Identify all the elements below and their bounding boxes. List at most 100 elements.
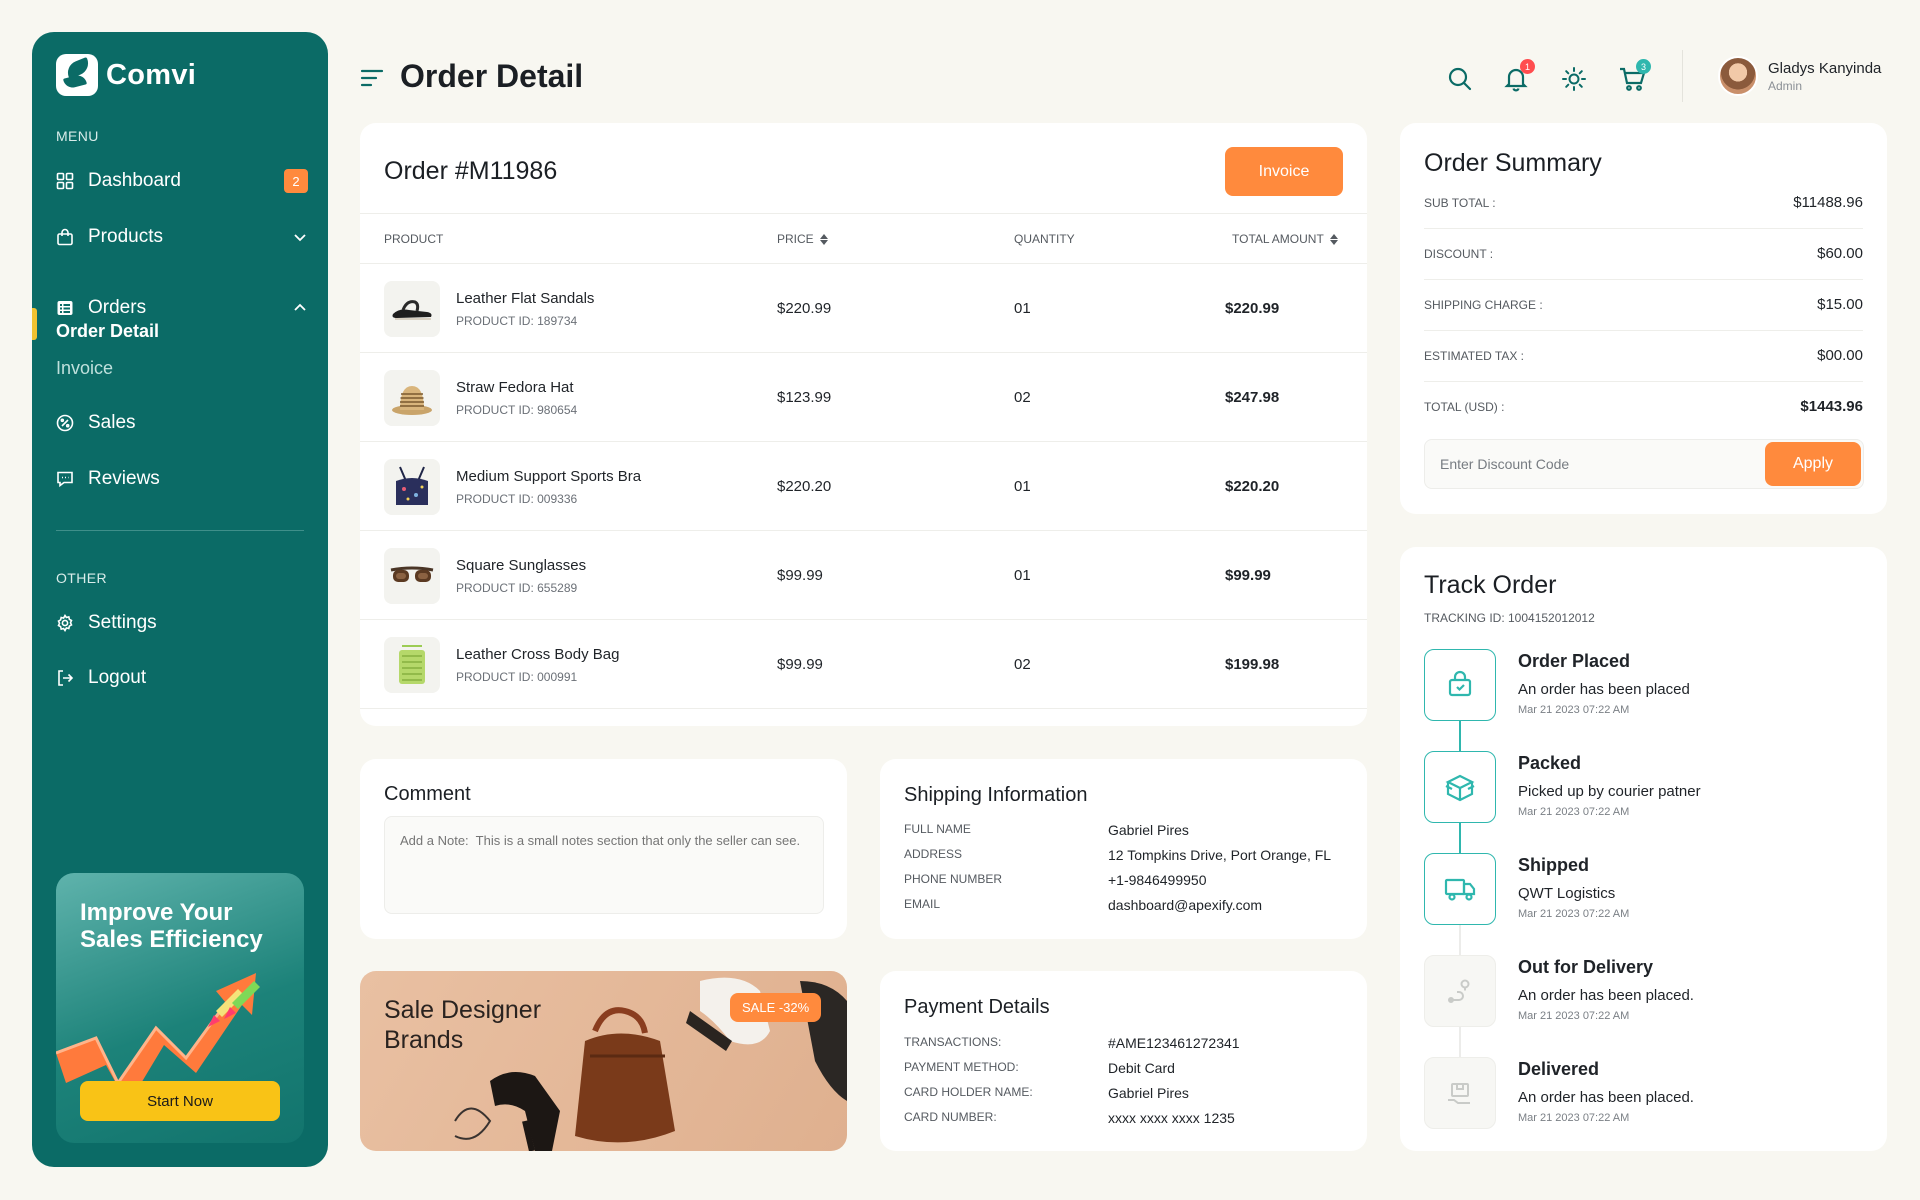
theme-sun-icon[interactable] bbox=[1559, 64, 1589, 94]
sidebar-item-logout[interactable]: Logout bbox=[56, 663, 308, 693]
shipped-truck-icon bbox=[1424, 853, 1496, 925]
start-now-button[interactable]: Start Now bbox=[80, 1081, 280, 1121]
sports-bra-image bbox=[384, 459, 440, 515]
timeline-connector bbox=[1459, 721, 1461, 751]
shipping-row: PHONE NUMBER +1-9846499950 bbox=[904, 872, 1343, 892]
product-name[interactable]: Leather Cross Body Bag bbox=[456, 646, 619, 663]
info-label: CARD HOLDER NAME: bbox=[904, 1085, 1033, 1099]
order-title: Order #M11986 bbox=[384, 157, 558, 185]
product-id: PRODUCT ID: 009336 bbox=[456, 492, 578, 506]
total-cell: $220.99 bbox=[1225, 300, 1280, 317]
order-placed-icon bbox=[1424, 649, 1496, 721]
chat-icon bbox=[56, 470, 74, 488]
step-desc: An order has been placed bbox=[1518, 681, 1690, 698]
step-time: Mar 21 2023 07:22 AM bbox=[1518, 704, 1630, 716]
table-header: PRODUCT PRICE QUANTITY TOTAL AMOUNT bbox=[360, 213, 1367, 264]
step-time: Mar 21 2023 07:22 AM bbox=[1518, 908, 1630, 920]
step-title: Delivered bbox=[1518, 1059, 1600, 1079]
hat-image bbox=[384, 370, 440, 426]
banner-title: Sale Designer Brands bbox=[384, 995, 584, 1055]
summary-row-subtotal: SUB TOTAL : $11488.96 bbox=[1424, 178, 1863, 229]
product-name[interactable]: Leather Flat Sandals bbox=[456, 290, 594, 307]
price-cell: $99.99 bbox=[777, 567, 823, 584]
column-header-label: PRICE bbox=[777, 232, 814, 246]
table-row[interactable]: Leather Cross Body Bag PRODUCT ID: 00099… bbox=[360, 620, 1367, 709]
sale-banner[interactable]: Sale Designer Brands SALE -32% bbox=[360, 971, 847, 1151]
user-profile[interactable]: Gladys Kanyinda Admin bbox=[1718, 56, 1881, 96]
quantity-cell: 01 bbox=[1014, 300, 1031, 317]
header-divider bbox=[1682, 50, 1683, 102]
sidebar-subitem-invoice[interactable]: Invoice bbox=[56, 358, 113, 379]
promo-card: Improve Your Sales Efficiency Start Now bbox=[56, 873, 304, 1143]
orders-icon bbox=[56, 299, 74, 317]
avatar bbox=[1718, 56, 1758, 96]
timeline-connector bbox=[1459, 823, 1461, 853]
sidebar-item-label: Sales bbox=[88, 412, 136, 433]
menu-toggle-icon[interactable] bbox=[360, 68, 384, 88]
step-desc: Picked up by courier patner bbox=[1518, 783, 1701, 800]
banner-title-line: Brands bbox=[384, 1026, 464, 1054]
summary-row-total: TOTAL (USD) : $1443.96 bbox=[1424, 382, 1863, 433]
table-row[interactable]: Medium Support Sports Bra PRODUCT ID: 00… bbox=[360, 442, 1367, 531]
apply-button[interactable]: Apply bbox=[1765, 442, 1861, 486]
sidebar-item-label: Dashboard bbox=[88, 170, 181, 191]
column-header-price[interactable]: PRICE bbox=[777, 232, 828, 246]
price-cell: $220.99 bbox=[777, 300, 832, 317]
info-label: ADDRESS bbox=[904, 847, 963, 861]
quantity-cell: 01 bbox=[1014, 478, 1031, 495]
step-time: Mar 21 2023 07:22 AM bbox=[1518, 1112, 1630, 1124]
sunglasses-image bbox=[384, 548, 440, 604]
page-title: Order Detail bbox=[400, 58, 584, 94]
column-header-total[interactable]: TOTAL AMOUNT bbox=[1232, 232, 1338, 246]
column-header-label: TOTAL AMOUNT bbox=[1232, 232, 1324, 246]
timeline-connector bbox=[1459, 925, 1461, 955]
delivered-icon bbox=[1424, 1057, 1496, 1129]
sidebar-item-products[interactable]: Products bbox=[56, 222, 308, 252]
product-name[interactable]: Square Sunglasses bbox=[456, 557, 586, 574]
sidebar-item-sales[interactable]: Sales bbox=[56, 408, 308, 438]
comment-note-input[interactable] bbox=[384, 816, 824, 914]
grid-icon bbox=[56, 172, 74, 190]
delivery-route-icon bbox=[1424, 955, 1496, 1027]
total-cell: $220.20 bbox=[1225, 478, 1280, 495]
sidebar-item-reviews[interactable]: Reviews bbox=[56, 464, 308, 494]
info-value[interactable]: dashboard@apexify.com bbox=[1108, 897, 1262, 913]
payment-row: CARD HOLDER NAME: Gabriel Pires bbox=[904, 1085, 1343, 1105]
info-value: #AME123461272341 bbox=[1108, 1035, 1240, 1051]
info-label: PAYMENT METHOD: bbox=[904, 1060, 1019, 1074]
discount-code-input[interactable] bbox=[1425, 440, 1755, 488]
sidebar: Comvi MENU Dashboard 2 Products Orders O… bbox=[32, 32, 328, 1167]
product-id: PRODUCT ID: 000991 bbox=[456, 670, 578, 684]
sidebar-item-settings[interactable]: Settings bbox=[56, 608, 308, 638]
sidebar-item-dashboard[interactable]: Dashboard 2 bbox=[56, 166, 308, 196]
payment-row: CARD NUMBER: xxxx xxxx xxxx 1235 bbox=[904, 1110, 1343, 1130]
cart-icon[interactable]: 3 bbox=[1617, 59, 1651, 94]
table-row[interactable]: Leather Flat Sandals PRODUCT ID: 189734 … bbox=[360, 264, 1367, 353]
other-section-label: OTHER bbox=[56, 570, 107, 586]
product-name[interactable]: Medium Support Sports Bra bbox=[456, 468, 641, 485]
sidebar-subitem-order-detail[interactable]: Order Detail bbox=[56, 321, 159, 342]
notification-bell-icon[interactable]: 1 bbox=[1501, 59, 1535, 94]
price-cell: $123.99 bbox=[777, 389, 832, 406]
column-header-label: QUANTITY bbox=[1014, 232, 1075, 246]
product-id: PRODUCT ID: 655289 bbox=[456, 581, 578, 595]
sidebar-item-orders[interactable]: Orders bbox=[56, 293, 308, 323]
invoice-button[interactable]: Invoice bbox=[1225, 147, 1343, 196]
tracking-id: TRACKING ID: 1004152012012 bbox=[1424, 611, 1595, 625]
summary-label: ESTIMATED TAX : bbox=[1424, 349, 1525, 363]
summary-row-tax: ESTIMATED TAX : $00.00 bbox=[1424, 331, 1863, 382]
summary-title: Order Summary bbox=[1424, 149, 1602, 177]
bag-icon bbox=[56, 228, 74, 246]
search-icon[interactable] bbox=[1445, 64, 1475, 94]
promo-title: Improve Your Sales Efficiency bbox=[80, 899, 263, 953]
brand[interactable]: Comvi bbox=[56, 54, 196, 96]
active-indicator bbox=[32, 308, 37, 340]
summary-value: $00.00 bbox=[1817, 347, 1863, 364]
track-order-card: Track Order TRACKING ID: 1004152012012 O… bbox=[1400, 547, 1887, 1151]
product-name[interactable]: Straw Fedora Hat bbox=[456, 379, 574, 396]
info-value: +1-9846499950 bbox=[1108, 872, 1207, 888]
table-row[interactable]: Square Sunglasses PRODUCT ID: 655289 $99… bbox=[360, 531, 1367, 620]
step-title: Order Placed bbox=[1518, 651, 1631, 671]
info-value: 12 Tompkins Drive, Port Orange, FL bbox=[1108, 847, 1332, 863]
table-row[interactable]: Straw Fedora Hat PRODUCT ID: 980654 $123… bbox=[360, 353, 1367, 442]
